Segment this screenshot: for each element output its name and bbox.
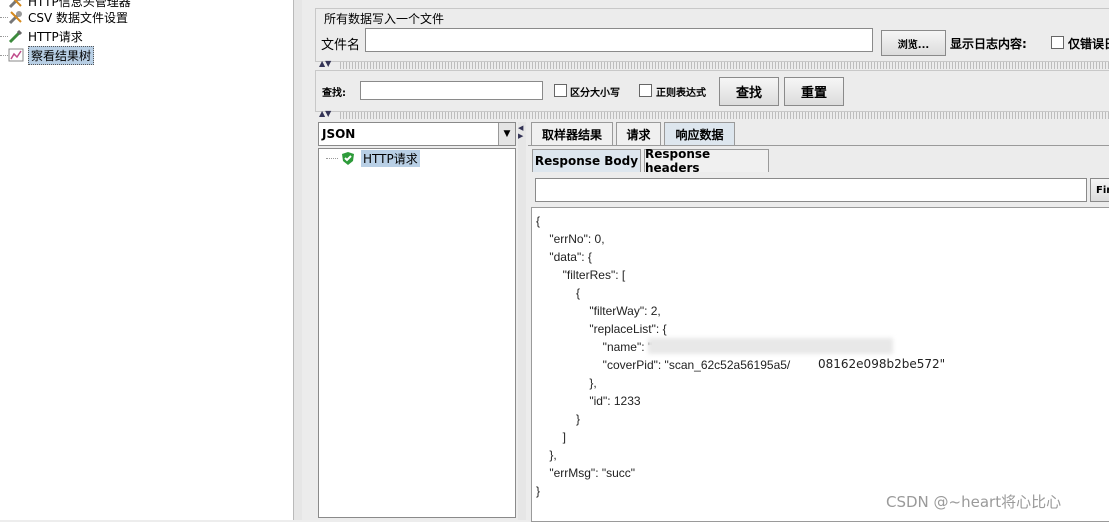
- json-line: {: [536, 214, 541, 228]
- json-line: "errMsg": "succ": [536, 466, 636, 480]
- json-response-text: { "errNo": 0, "data": { "filterRes": [ {…: [536, 212, 790, 500]
- case-sensitive-label: 区分大小写: [570, 88, 620, 99]
- json-line: }: [536, 412, 581, 426]
- regex-checkbox[interactable]: [639, 84, 652, 97]
- chart-icon: [8, 47, 24, 63]
- wrench-icon: [8, 9, 24, 25]
- sample-results-list: [318, 148, 516, 518]
- tree-connector-line: [326, 158, 338, 159]
- tree-item-http-request[interactable]: HTTP请求: [8, 27, 83, 45]
- regex-label: 正则表达式: [656, 88, 706, 99]
- splitter-bar-middle[interactable]: [340, 112, 1109, 119]
- tab-request[interactable]: 请求: [616, 122, 661, 145]
- json-line: {: [536, 286, 581, 300]
- file-section-title: 所有数据写入一个文件: [322, 10, 447, 27]
- case-sensitive-checkbox[interactable]: [554, 84, 567, 97]
- filename-label: 文件名: [321, 38, 361, 53]
- browse-button[interactable]: 浏览...: [881, 30, 946, 56]
- json-line: "data": {: [536, 250, 592, 264]
- reset-button[interactable]: 重置: [784, 77, 844, 106]
- tree-item-view-results-tree[interactable]: 察看结果树: [8, 45, 95, 65]
- errors-only-label: 仅错误日: [1068, 37, 1109, 51]
- renderer-select[interactable]: JSON ▼: [318, 122, 516, 146]
- json-line: "filterWay": 2,: [536, 304, 661, 318]
- pipette-icon: [8, 28, 24, 44]
- json-line: },: [536, 376, 597, 390]
- shield-check-icon: [341, 151, 355, 169]
- json-line: "errNo": 0,: [536, 232, 605, 246]
- tree-item-label: HTTP请求: [28, 29, 83, 44]
- tab-response-data[interactable]: 响应数据: [664, 122, 735, 145]
- cover-pid-tail: 08162e098b2be572": [818, 357, 946, 371]
- test-plan-tree: HTTP信息头管理器 CSV 数据文件设置 HTTP请求 察看结果树: [0, 0, 293, 520]
- search-input[interactable]: [360, 81, 543, 100]
- response-find-button[interactable]: Fin: [1090, 178, 1109, 202]
- find-button[interactable]: 查找: [719, 77, 779, 106]
- splitter-bar-top[interactable]: [340, 62, 1109, 69]
- result-item-http-request[interactable]: HTTP请求: [361, 150, 420, 167]
- tree-item-label: CSV 数据文件设置: [28, 10, 129, 25]
- tree-item-label: 察看结果树: [28, 45, 95, 65]
- tree-item-csv-config[interactable]: CSV 数据文件设置: [8, 8, 128, 26]
- collapse-arrows-icon[interactable]: ◀ ▶: [518, 124, 523, 140]
- json-line: },: [536, 448, 557, 462]
- chevron-down-icon[interactable]: ▼: [498, 123, 515, 145]
- tab-sampler-result[interactable]: 取样器结果: [531, 122, 613, 145]
- collapse-arrows-icon[interactable]: ▲▼: [319, 109, 331, 118]
- json-line: ]: [536, 430, 567, 444]
- renderer-selected-value: JSON: [322, 127, 356, 141]
- json-line: "coverPid": "scan_62c52a56195a5/: [536, 358, 791, 372]
- watermark: CSDN @~heart将心比心: [886, 493, 1062, 511]
- response-search-input[interactable]: [535, 178, 1087, 202]
- json-line: }: [536, 484, 541, 498]
- json-line: "filterRes": [: [536, 268, 626, 282]
- search-label: 查找:: [322, 88, 346, 99]
- log-content-label: 显示日志内容:: [950, 37, 1027, 51]
- json-line: "id": 1233: [536, 394, 641, 408]
- collapse-arrows-icon[interactable]: ▲▼: [319, 59, 331, 68]
- tab-response-headers[interactable]: Response headers: [644, 147, 769, 175]
- filename-input[interactable]: [365, 28, 873, 52]
- json-line: "replaceList": {: [536, 322, 667, 336]
- vertical-splitter[interactable]: [518, 122, 526, 520]
- errors-only-checkbox[interactable]: [1051, 36, 1064, 49]
- tab-response-body[interactable]: Response Body: [532, 149, 641, 172]
- redacted-region: [648, 338, 893, 354]
